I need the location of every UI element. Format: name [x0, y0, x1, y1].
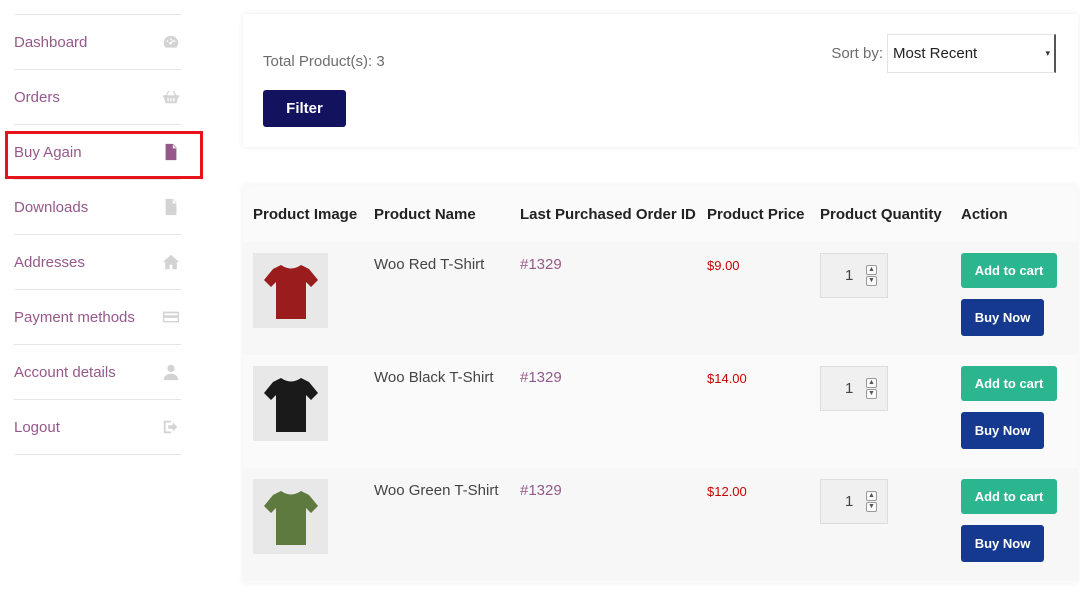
product-name: Woo Black T-Shirt — [374, 369, 494, 386]
product-name: Woo Green T-Shirt — [374, 482, 499, 499]
document-icon — [161, 142, 181, 162]
sort-selected-value: Most Recent — [893, 45, 978, 62]
sidebar-item-dashboard[interactable]: Dashboard — [14, 15, 181, 70]
sidebar-item-label: Orders — [14, 88, 60, 106]
user-icon — [161, 362, 181, 382]
dashboard-icon — [161, 32, 181, 52]
sort-label: Sort by: — [831, 45, 883, 62]
order-id-link[interactable]: #1329 — [520, 482, 562, 499]
add-to-cart-button[interactable]: Add to cart — [961, 253, 1057, 288]
product-image[interactable] — [253, 479, 328, 554]
order-id-link[interactable]: #1329 — [520, 256, 562, 273]
sidebar-item-payment-methods[interactable]: Payment methods — [14, 290, 181, 345]
buy-now-button[interactable]: Buy Now — [961, 525, 1044, 562]
quantity-stepper[interactable]: 1 ▲ ▼ — [820, 479, 888, 524]
total-products-label: Total Product(s): 3 — [263, 53, 385, 70]
buy-again-table: Product Image Product Name Last Purchase… — [243, 185, 1078, 583]
table-row: Woo Red T-Shirt #1329 $9.00 1 ▲ ▼ Add to… — [243, 242, 1078, 355]
buy-now-button[interactable]: Buy Now — [961, 412, 1044, 449]
sidebar-item-buy-again[interactable]: Buy Again — [14, 125, 181, 180]
sidebar-item-label: Logout — [14, 418, 60, 436]
credit-card-icon — [161, 307, 181, 327]
quantity-stepper[interactable]: 1 ▲ ▼ — [820, 366, 888, 411]
sidebar-item-label: Account details — [14, 363, 116, 381]
sort-select[interactable]: Most Recent ▾ — [887, 34, 1056, 73]
product-image[interactable] — [253, 253, 328, 328]
tshirt-icon — [263, 377, 318, 432]
quantity-stepper[interactable]: 1 ▲ ▼ — [820, 253, 888, 298]
sidebar-item-label: Payment methods — [14, 308, 135, 326]
header-product-image: Product Image — [253, 206, 358, 223]
sidebar-item-label: Buy Again — [14, 143, 82, 161]
sort-control: Sort by: Most Recent ▾ — [831, 34, 1056, 73]
decrement-icon[interactable]: ▼ — [866, 389, 877, 399]
basket-icon — [161, 87, 181, 107]
buy-now-button[interactable]: Buy Now — [961, 299, 1044, 336]
header-product-price: Product Price — [707, 206, 805, 223]
account-navigation: Dashboard Orders Buy Again Downloads Add… — [14, 14, 181, 455]
tshirt-icon — [263, 490, 318, 545]
sidebar-item-label: Addresses — [14, 253, 85, 271]
sidebar-item-label: Downloads — [14, 198, 89, 216]
sidebar-item-downloads[interactable]: Downloads — [14, 180, 181, 235]
header-product-name: Product Name — [374, 206, 476, 223]
filter-button[interactable]: Filter — [263, 90, 346, 127]
product-price: $14.00 — [707, 371, 747, 386]
product-name: Woo Red T-Shirt — [374, 256, 485, 273]
sidebar-item-label: Dashboard — [14, 33, 88, 51]
header-action: Action — [961, 206, 1008, 223]
increment-icon[interactable]: ▲ — [866, 265, 877, 275]
filter-panel: Total Product(s): 3 Filter Sort by: Most… — [243, 14, 1078, 147]
sidebar-item-addresses[interactable]: Addresses — [14, 235, 181, 290]
product-price: $12.00 — [707, 484, 747, 499]
tshirt-icon — [263, 264, 318, 319]
product-price: $9.00 — [707, 258, 740, 273]
home-icon — [161, 252, 181, 272]
table-header: Product Image Product Name Last Purchase… — [243, 185, 1078, 243]
header-product-quantity: Product Quantity — [820, 206, 942, 223]
decrement-icon[interactable]: ▼ — [866, 502, 877, 512]
chevron-down-icon: ▾ — [1045, 48, 1050, 58]
order-id-link[interactable]: #1329 — [520, 369, 562, 386]
add-to-cart-button[interactable]: Add to cart — [961, 479, 1057, 514]
increment-icon[interactable]: ▲ — [866, 378, 877, 388]
quantity-value: 1 — [845, 380, 854, 397]
product-image[interactable] — [253, 366, 328, 441]
quantity-value: 1 — [845, 493, 854, 510]
file-download-icon — [161, 197, 181, 217]
increment-icon[interactable]: ▲ — [866, 491, 877, 501]
sidebar-item-logout[interactable]: Logout — [14, 400, 181, 455]
table-row: Woo Green T-Shirt #1329 $12.00 1 ▲ ▼ Add… — [243, 468, 1078, 581]
sidebar-item-orders[interactable]: Orders — [14, 70, 181, 125]
decrement-icon[interactable]: ▼ — [866, 276, 877, 286]
add-to-cart-button[interactable]: Add to cart — [961, 366, 1057, 401]
header-order-id: Last Purchased Order ID — [520, 206, 696, 223]
sidebar-item-account-details[interactable]: Account details — [14, 345, 181, 400]
logout-icon — [161, 417, 181, 437]
quantity-value: 1 — [845, 267, 854, 284]
table-row: Woo Black T-Shirt #1329 $14.00 1 ▲ ▼ Add… — [243, 355, 1078, 468]
